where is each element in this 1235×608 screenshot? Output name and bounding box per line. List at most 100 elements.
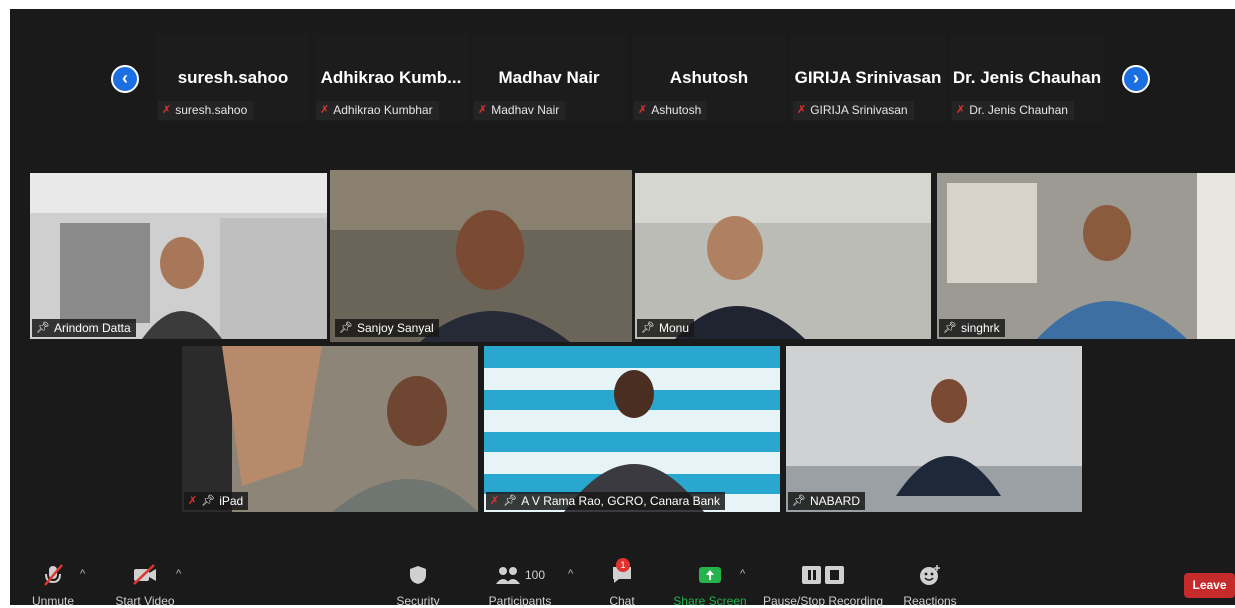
start-video-label: Start Video [115,594,175,608]
strip-label-text: suresh.sahoo [175,103,248,117]
strip-display-name: Madhav Nair [498,68,600,87]
smiley-icon [900,562,960,588]
video-tile-active-speaker[interactable]: 📌︎ Sanjoy Sanyal [330,170,632,342]
unmute-label: Unmute [31,594,75,608]
mic-muted-icon: ✗ [162,104,172,116]
video-tile[interactable]: ✗ 📌︎ iPad [182,346,478,512]
chat-button[interactable]: 1 Chat [604,558,640,608]
tile-name-label: 📌︎ Arindom Datta [32,319,136,337]
video-tile[interactable]: 📌︎ singhrk [937,173,1235,339]
strip-name-label: ✗ Dr. Jenis Chauhan [952,101,1074,120]
chevron-up-icon[interactable]: ^ [740,568,745,580]
video-feed [937,173,1235,339]
strip-label-text: GIRIJA Srinivasan [810,103,908,117]
video-tile[interactable]: 📌︎ Monu [635,173,931,339]
strip-label-text: Ashutosh [651,103,702,117]
pin-icon: 📌︎ [641,322,655,334]
strip-display-name: Ashutosh [669,68,749,87]
strip-name-label: ✗ Madhav Nair [474,101,566,120]
share-screen-button[interactable]: Share Screen [670,562,750,608]
zoom-meeting-window: ‹ suresh.sahoo ✗ suresh.sahoo Adhikrao K… [10,9,1235,608]
mic-muted-icon: ✗ [478,104,488,116]
strip-display-name: Dr. Jenis Chauhan [952,68,1102,87]
strip-display-name: GIRIJA Srinivasan [794,68,942,87]
strip-label-text: Madhav Nair [491,103,560,117]
strip-name-label: ✗ Ashutosh [634,101,708,120]
pin-icon: 📌︎ [36,322,50,334]
pin-icon: 📌︎ [339,322,353,334]
pin-icon: 📌︎ [503,495,518,507]
leave-button[interactable]: Leave [1184,573,1235,598]
mic-muted-icon [28,562,78,588]
pause-stop-icon [762,562,884,588]
strip-tile[interactable]: suresh.sahoo ✗ suresh.sahoo [156,34,310,122]
mic-muted-icon: ✗ [638,104,648,116]
recording-button[interactable]: Pause/Stop Recording [762,562,884,608]
participants-button[interactable]: 100 Participants [485,562,555,608]
strip-name-label: ✗ suresh.sahoo [158,101,254,120]
unmute-button[interactable]: Unmute [28,562,78,608]
chat-icon: 1 [604,558,640,588]
shield-icon [393,562,443,588]
tile-name-label: 📌︎ singhrk [939,319,1005,337]
video-feed [182,346,478,512]
video-feed [635,173,931,339]
tile-name-text: A V Rama Rao, GCRO, Canara Bank [521,494,720,508]
video-tile[interactable]: ✗ 📌︎ A V Rama Rao, GCRO, Canara Bank [484,346,780,512]
reactions-label: Reactions [903,594,957,608]
security-button[interactable]: Security [393,562,443,608]
tile-name-label: ✗ 📌︎ iPad [184,492,249,510]
recording-label: Pause/Stop Recording [762,594,884,608]
security-label: Security [396,594,440,608]
strip-display-name: Adhikrao Kumb... [320,68,462,87]
chevron-left-icon[interactable]: ‹ [111,65,139,93]
pin-icon: 📌︎ [201,495,216,507]
tile-name-text: Arindom Datta [53,321,131,335]
share-screen-label: Share Screen [673,594,747,608]
tile-name-text: Sanjoy Sanyal [356,321,434,335]
participants-count: 100 [524,568,546,582]
share-screen-icon [670,562,750,588]
video-feed [30,173,327,339]
participants-icon: 100 [485,562,555,588]
tile-name-label: ✗ 📌︎ A V Rama Rao, GCRO, Canara Bank [486,492,725,510]
tile-name-label: 📌︎ NABARD [788,492,865,510]
chevron-up-icon[interactable]: ^ [176,568,181,580]
tile-name-text: iPad [219,494,244,508]
mic-muted-icon: ✗ [320,104,330,116]
video-tile[interactable]: 📌︎ Arindom Datta [30,173,327,339]
mic-muted-icon: ✗ [797,104,807,116]
video-off-icon [110,562,180,588]
video-feed [786,346,1082,512]
meeting-toolbar: Unmute ^ Start Video ^ Security 100 Part… [10,558,1235,608]
strip-tile[interactable]: Dr. Jenis Chauhan ✗ Dr. Jenis Chauhan [950,34,1104,122]
strip-tile[interactable]: Ashutosh ✗ Ashutosh [632,34,786,122]
strip-display-name: suresh.sahoo [177,68,289,87]
pin-icon: 📌︎ [792,495,806,507]
chat-badge: 1 [616,558,630,572]
tile-name-text: Monu [658,321,689,335]
tile-name-label: 📌︎ Sanjoy Sanyal [335,319,439,337]
tile-name-text: NABARD [809,494,860,508]
strip-name-label: ✗ Adhikrao Kumbhar [316,101,439,120]
mic-muted-icon: ✗ [490,495,500,507]
chat-label: Chat [609,594,635,608]
strip-tile[interactable]: Adhikrao Kumb... ✗ Adhikrao Kumbhar [314,34,468,122]
strip-tile[interactable]: Madhav Nair ✗ Madhav Nair [472,34,626,122]
video-feed [484,346,780,512]
start-video-button[interactable]: Start Video [110,562,180,608]
strip-label-text: Adhikrao Kumbhar [333,103,433,117]
chevron-up-icon[interactable]: ^ [80,568,85,580]
chevron-up-icon[interactable]: ^ [568,568,573,580]
mic-muted-icon: ✗ [188,495,198,507]
video-tile[interactable]: 📌︎ NABARD [786,346,1082,512]
tile-name-label: 📌︎ Monu [637,319,694,337]
reactions-button[interactable]: Reactions [900,562,960,608]
strip-tile[interactable]: GIRIJA Srinivasan ✗ GIRIJA Srinivasan [791,34,945,122]
video-feed [330,170,632,342]
tile-name-text: singhrk [960,321,1000,335]
mic-muted-icon: ✗ [956,104,966,116]
strip-name-label: ✗ GIRIJA Srinivasan [793,101,914,120]
chevron-right-icon[interactable]: › [1122,65,1150,93]
participants-label: Participants [488,594,552,608]
